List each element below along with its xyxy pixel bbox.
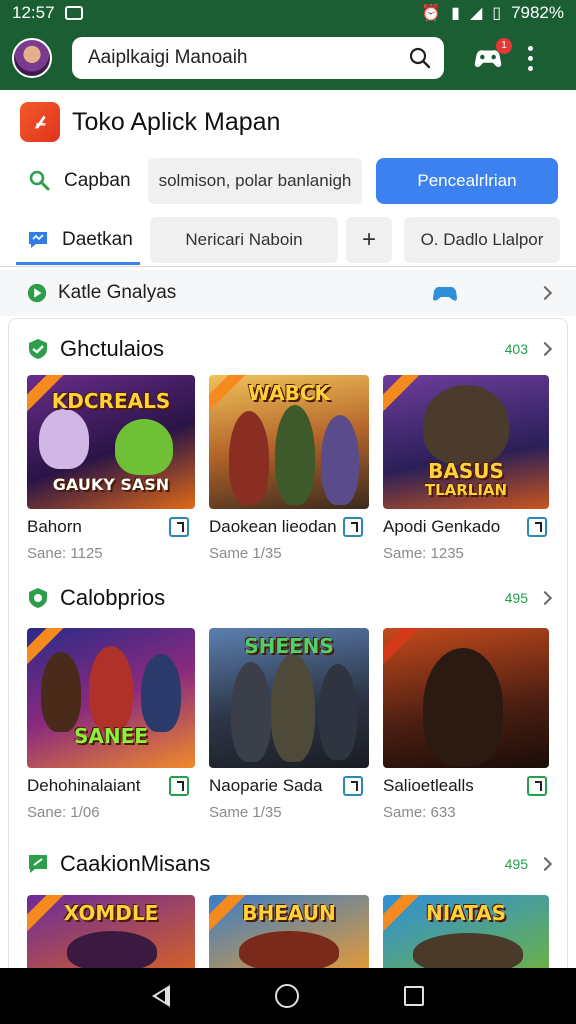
gamepad-icon[interactable]: 1: [470, 38, 512, 76]
vibrate-icon: ▮: [451, 5, 460, 22]
chat-icon: [29, 232, 47, 248]
shield-icon: [29, 588, 47, 608]
filter-field-2[interactable]: Nericari Naboin: [150, 217, 338, 263]
game-tile[interactable]: NIATAS: [383, 895, 551, 968]
row-label-text: Daetkan: [62, 229, 133, 250]
google-play-icon: [27, 283, 47, 303]
chevron-right-icon[interactable]: [537, 341, 553, 357]
game-tile[interactable]: BHEAUN: [209, 895, 377, 968]
search-icon[interactable]: [408, 46, 432, 70]
game-tile[interactable]: Salioetlealls Same: 633: [383, 628, 551, 821]
search-icon: [29, 170, 50, 191]
signal-icon: ◢: [469, 5, 483, 22]
category-bar[interactable]: Katle Gnalyas: [0, 270, 576, 316]
install-icon[interactable]: [169, 517, 189, 537]
search-input[interactable]: Aaiplkaigi Manoaih: [72, 37, 444, 79]
page-title: Toko Aplick Mapan: [72, 107, 281, 136]
row-label-text: Capban: [64, 170, 131, 191]
filter-field-3[interactable]: O. Dadlo Llalpor: [404, 217, 560, 263]
row-label-capban[interactable]: Capban: [28, 169, 131, 193]
back-icon[interactable]: [152, 985, 171, 1007]
search-button[interactable]: Pencealrlrian: [376, 158, 558, 204]
gamepad-icon[interactable]: [430, 283, 460, 303]
game-tile[interactable]: BASUS TLARLIAN Apodi Genkado Same: 1235: [383, 375, 551, 562]
game-thumbnail[interactable]: BASUS TLARLIAN: [383, 375, 549, 509]
install-icon[interactable]: [343, 517, 363, 537]
avatar[interactable]: [12, 38, 52, 78]
store-logo: [20, 102, 60, 142]
section-header[interactable]: Ghctulaios 403: [26, 336, 553, 362]
recents-icon[interactable]: [403, 986, 424, 1006]
game-meta: Sane: 1125: [27, 545, 103, 562]
game-meta: Same 1/35: [209, 545, 282, 562]
game-thumbnail[interactable]: XOMDLE: [27, 895, 195, 968]
install-icon[interactable]: [343, 776, 363, 796]
game-thumbnail[interactable]: BHEAUN: [209, 895, 369, 968]
section-title: CaakionMisans: [60, 851, 211, 876]
game-thumbnail[interactable]: SHEENS: [209, 628, 369, 768]
search-text[interactable]: Aaiplkaigi Manoaih: [88, 47, 408, 69]
game-meta: Same: 633: [383, 804, 456, 821]
section-title: Calobprios: [60, 585, 166, 610]
notification-badge: 1: [496, 38, 512, 54]
section-header[interactable]: CaakionMisans 495: [26, 851, 553, 877]
game-name: Salioetlealls: [383, 776, 474, 795]
section-count: 495: [504, 590, 528, 606]
game-meta: Same: 1235: [383, 545, 464, 562]
game-meta: Sane: 1/06: [27, 804, 100, 821]
row-label-daetkan[interactable]: Daetkan: [26, 228, 133, 252]
section-count: 403: [504, 341, 528, 357]
filter-row-2: Daetkan Nericari Naboin + O. Dadlo Llalp…: [0, 216, 576, 264]
chevron-right-icon[interactable]: [537, 590, 553, 606]
battery-level: 7982%: [511, 3, 564, 22]
game-tile[interactable]: SHEENS Naoparie Sada Same 1/35: [209, 628, 377, 821]
install-icon[interactable]: [169, 776, 189, 796]
install-icon[interactable]: [527, 776, 547, 796]
game-tile[interactable]: XOMDLE: [27, 895, 195, 968]
active-tab-indicator: [16, 262, 140, 265]
chevron-right-icon[interactable]: [537, 285, 553, 301]
game-name: Apodi Genkado: [383, 517, 501, 536]
section-count: 495: [504, 856, 528, 872]
game-thumbnail[interactable]: NIATAS: [383, 895, 549, 968]
game-tile[interactable]: WABCK Daokean lieodan Same 1/35: [209, 375, 377, 562]
alarm-icon: ⏰: [421, 5, 442, 22]
section-title: Ghctulaios: [60, 336, 164, 361]
shield-check-icon: [29, 339, 47, 359]
game-thumbnail[interactable]: WABCK: [209, 375, 369, 509]
filter-row-1: Capban solmison, polar banlanigh Penceal…: [0, 158, 576, 204]
game-thumbnail[interactable]: SANEE: [27, 628, 195, 768]
game-thumbnail[interactable]: [383, 628, 549, 768]
status-bar: 12:57 ⏰ ▮ ◢ ▯ 7982%: [0, 0, 576, 26]
app-bar: Aaiplkaigi Manoaih 1: [0, 26, 576, 90]
game-thumbnail[interactable]: KDCREALS GAUKY SASN: [27, 375, 195, 509]
install-icon[interactable]: [527, 517, 547, 537]
store-header: Toko Aplick Mapan: [20, 102, 280, 142]
home-icon[interactable]: [274, 984, 299, 1008]
system-nav-bar: [0, 968, 576, 1024]
chat-icon: [29, 855, 47, 873]
section-header[interactable]: Calobprios 495: [26, 585, 553, 611]
game-meta: Same 1/35: [209, 804, 282, 821]
divider: [0, 266, 576, 267]
notification-icon: [64, 6, 83, 20]
category-label: Katle Gnalyas: [58, 282, 177, 303]
add-button[interactable]: +: [346, 217, 392, 263]
battery-icon: ▯: [492, 5, 502, 22]
game-tile[interactable]: KDCREALS GAUKY SASN Bahorn Sane: 1125: [27, 375, 195, 562]
status-time: 12:57: [12, 3, 55, 22]
filter-field[interactable]: solmison, polar banlanigh: [148, 158, 362, 204]
game-tile[interactable]: SANEE Dehohinalaiant Sane: 1/06: [27, 628, 195, 821]
chevron-right-icon[interactable]: [537, 856, 553, 872]
more-options-icon[interactable]: [524, 43, 536, 73]
